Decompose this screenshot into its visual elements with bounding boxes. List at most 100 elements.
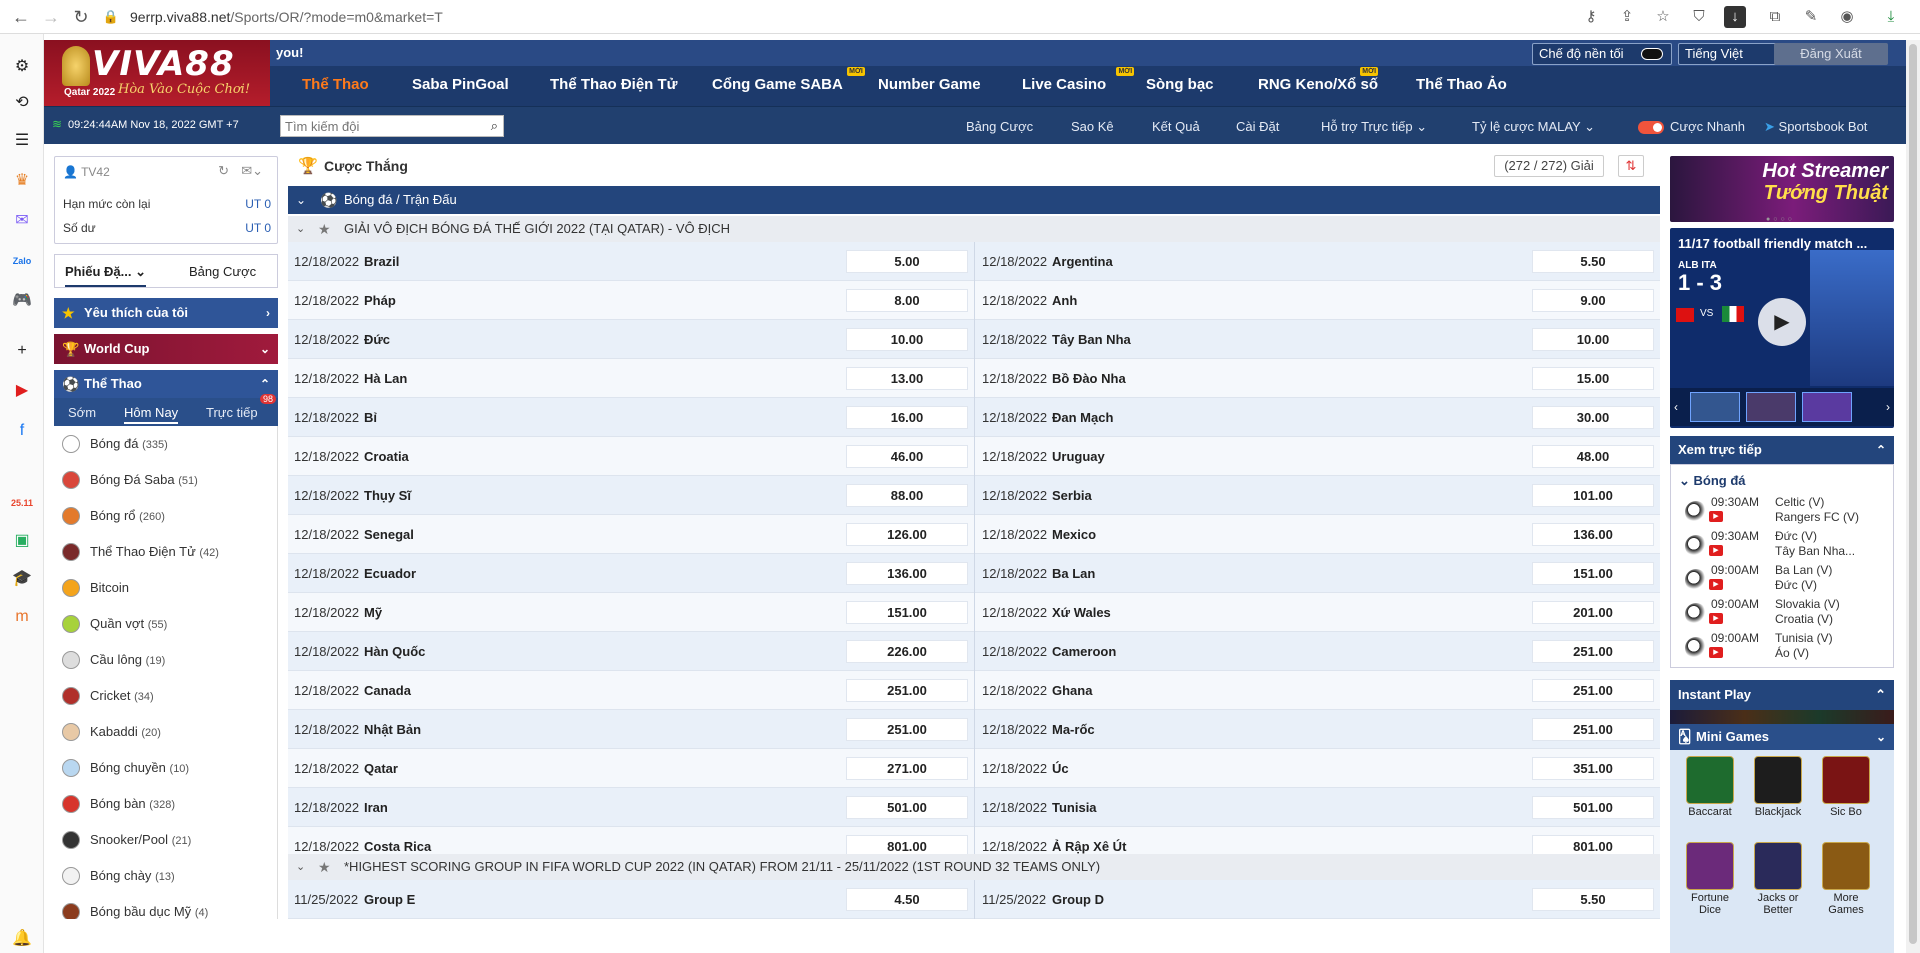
shopee-sale-icon[interactable]: 25.11 — [9, 490, 35, 516]
sidebar-sport-item[interactable]: Cricket (34) — [62, 684, 272, 708]
odds-button[interactable]: 10.00 — [1532, 328, 1654, 351]
odds-button[interactable]: 251.00 — [1532, 640, 1654, 663]
tab-early[interactable]: Sớm — [68, 405, 96, 420]
graduation-icon[interactable]: 🎓 — [9, 566, 35, 592]
address-bar[interactable]: 9errp.viva88.net/Sports/OR/?mode=m0&mark… — [130, 5, 443, 29]
odds-button[interactable]: 15.00 — [1532, 367, 1654, 390]
live-video-icon[interactable]: ▶ — [1709, 545, 1723, 556]
tab-betslip[interactable]: Phiếu Đặ... ⌄ — [65, 264, 146, 287]
odds-button[interactable]: 271.00 — [846, 757, 968, 780]
message-icon[interactable]: ✉⌄ — [241, 163, 263, 179]
download-ext-icon[interactable]: ↓ — [1724, 6, 1746, 28]
odds-button[interactable]: 4.50 — [846, 888, 968, 911]
odds-button[interactable]: 5.50 — [1532, 888, 1654, 911]
sidebar-sport-item[interactable]: Bóng bầu dục Mỹ (4) — [62, 900, 272, 919]
mini-game-tile[interactable]: Fortune Dice — [1680, 842, 1740, 916]
nav-settings[interactable]: Cài Đặt — [1236, 119, 1279, 134]
menu-saba-pingoal[interactable]: Saba PinGoal — [412, 76, 509, 93]
live-match-item[interactable]: ▶ 09:00AM Slovakia (V) Croatia (V) — [1685, 595, 1881, 631]
sidebar-sport-item[interactable]: Bóng chày (13) — [62, 864, 272, 888]
favorite-star-icon[interactable]: ★ — [318, 216, 331, 242]
live-match-item[interactable]: ▶ 09:30AM Celtic (V) Rangers FC (V) — [1685, 493, 1881, 529]
odds-button[interactable]: 151.00 — [1532, 562, 1654, 585]
sidebar-sport-item[interactable]: Bitcoin — [62, 576, 272, 600]
odds-button[interactable]: 13.00 — [846, 367, 968, 390]
odds-button[interactable]: 501.00 — [1532, 796, 1654, 819]
play-icon[interactable]: ▶ — [1758, 298, 1806, 346]
notification-bell-icon[interactable]: 🔔 — [9, 926, 35, 952]
sidebar-sport-item[interactable]: Thể Thao Điện Tử (42) — [62, 540, 272, 564]
reload-icon[interactable]: ↻ — [68, 4, 94, 30]
odds-button[interactable]: 251.00 — [846, 679, 968, 702]
mini-game-tile[interactable]: Blackjack — [1748, 756, 1808, 818]
league-header[interactable]: ⌄ ★ GIẢI VÔ ĐỊCH BÓNG ĐÁ THẾ GIỚI 2022 (… — [288, 216, 1660, 242]
clipboard-icon[interactable]: ▣ — [9, 528, 35, 554]
translate-icon[interactable]: ✎ — [1800, 6, 1822, 28]
page-scrollbar[interactable] — [1906, 40, 1920, 953]
youtube-icon[interactable]: ▶ — [9, 378, 35, 404]
menu-live-casino[interactable]: Live Casino MỚI — [1022, 67, 1135, 93]
sidebar-sport-item[interactable]: Kabaddi (20) — [62, 720, 272, 744]
tab-live[interactable]: Trực tiếp — [206, 405, 258, 420]
nav-quick-bet[interactable]: Cược Nhanh — [1670, 119, 1745, 134]
odds-button[interactable]: 46.00 — [846, 445, 968, 468]
odds-button[interactable]: 101.00 — [1532, 484, 1654, 507]
reading-list-icon[interactable]: ☰ — [9, 128, 35, 154]
back-icon[interactable]: ← — [8, 4, 34, 30]
menu-rng-keno[interactable]: RNG Keno/Xổ số MỚI — [1258, 67, 1379, 93]
key-icon[interactable]: ⚷ — [1580, 6, 1602, 28]
odds-button[interactable]: 5.00 — [846, 250, 968, 273]
logo[interactable]: Qatar 2022 VIVA88 Hòa Vào Cuộc Chơi! — [44, 40, 270, 106]
odds-button[interactable]: 9.00 — [1532, 289, 1654, 312]
odds-button[interactable]: 136.00 — [846, 562, 968, 585]
dark-mode-toggle[interactable]: Chế độ nền tối — [1532, 43, 1672, 65]
live-match-item[interactable]: ▶ 09:30AM Đức (V) Tây Ban Nha... — [1685, 527, 1881, 563]
refresh-icon[interactable]: ↻ — [218, 163, 229, 179]
share-icon[interactable]: ⇪ — [1616, 6, 1638, 28]
shop-icon[interactable]: m — [9, 604, 35, 630]
chevron-left-icon[interactable]: ‹ — [1674, 400, 1678, 414]
league-count[interactable]: (272 / 272) Giải — [1494, 155, 1604, 177]
live-video-icon[interactable]: ▶ — [1709, 579, 1723, 590]
messenger-icon[interactable]: ✉ — [9, 208, 35, 234]
add-icon[interactable]: + — [9, 338, 35, 364]
odds-button[interactable]: 126.00 — [846, 523, 968, 546]
instant-play-header[interactable]: Instant Play ⌃ — [1670, 680, 1894, 710]
search-icon[interactable]: ⌕ — [491, 118, 498, 134]
nav-live-support[interactable]: Hỗ trợ Trực tiếp ⌄ — [1321, 119, 1427, 135]
video-thumbnail[interactable] — [1690, 392, 1740, 422]
live-match-item[interactable]: ▶ 09:00AM Tunisia (V) Áo (V) — [1685, 629, 1881, 665]
live-video-icon[interactable]: ▶ — [1709, 647, 1723, 658]
sidebar-sport-item[interactable]: Cầu lông (19) — [62, 648, 272, 672]
settings-icon[interactable]: ⚙ — [9, 54, 35, 80]
zalo-icon[interactable]: Zalo — [9, 248, 35, 274]
scrollbar-thumb[interactable] — [1909, 44, 1917, 944]
bookmark-star-icon[interactable]: ☆ — [1652, 6, 1674, 28]
sidebar-sport-item[interactable]: Bóng đá (335) — [62, 432, 272, 456]
favorites-category[interactable]: ★ Yêu thích của tôi › — [54, 298, 278, 328]
menu-casino[interactable]: Sòng bạc — [1146, 76, 1214, 93]
tab-today[interactable]: Hôm Nay — [124, 405, 179, 424]
menu-saba-games[interactable]: Cổng Game SABA MỚI — [712, 67, 865, 93]
menu-esports[interactable]: Thể Thao Điện Tử — [550, 76, 678, 93]
site-info-icon[interactable]: 🔒 — [98, 4, 124, 30]
odds-button[interactable]: 10.00 — [846, 328, 968, 351]
live-video-icon[interactable]: ▶ — [1709, 511, 1723, 522]
promo-banner[interactable]: Hot Streamer Tướng Thuật — [1670, 156, 1894, 222]
odds-button[interactable]: 226.00 — [846, 640, 968, 663]
tab-bet-list[interactable]: Bảng Cược — [189, 264, 256, 279]
live-video-icon[interactable]: ▶ — [1709, 613, 1723, 624]
video-thumbnail[interactable] — [1746, 392, 1796, 422]
nav-bet-list[interactable]: Bảng Cược — [966, 119, 1033, 134]
shield-icon[interactable]: ⛉ — [1688, 6, 1710, 28]
league-header[interactable]: ⌄ ★ *HIGHEST SCORING GROUP IN FIFA WORLD… — [288, 854, 1660, 880]
odds-button[interactable]: 351.00 — [1532, 757, 1654, 780]
sidebar-sport-item[interactable]: Quần vợt (55) — [62, 612, 272, 636]
profile-icon[interactable]: ◉ — [1836, 6, 1858, 28]
history-icon[interactable]: ⟲ — [9, 90, 35, 116]
mini-games-header[interactable]: 🂡 Mini Games ⌄ — [1670, 724, 1894, 750]
odds-button[interactable]: 501.00 — [846, 796, 968, 819]
worldcup-category[interactable]: 🏆 World Cup ⌄ — [54, 334, 278, 364]
nav-sportsbook-bot[interactable]: ➤ Sportsbook Bot — [1764, 119, 1867, 135]
nav-results[interactable]: Kết Quả — [1152, 119, 1200, 134]
